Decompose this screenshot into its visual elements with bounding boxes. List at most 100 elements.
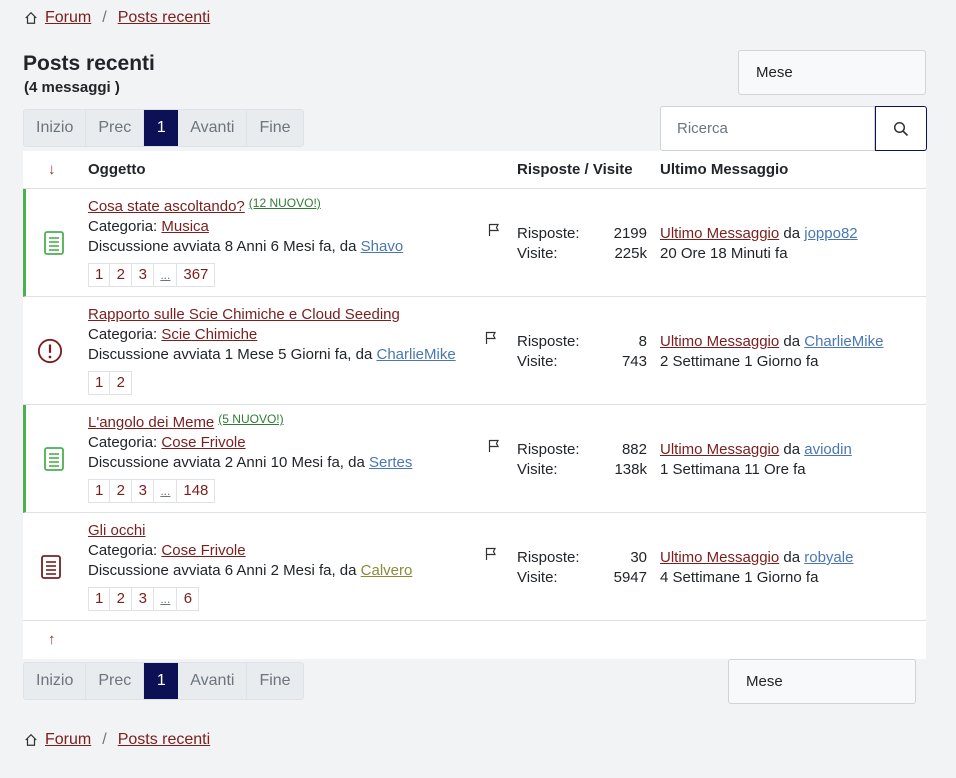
topic-page-link[interactable]: 367 xyxy=(177,263,216,287)
page-last-button[interactable]: Fine xyxy=(247,663,302,699)
topic-page-link[interactable]: 2 xyxy=(110,263,133,287)
topic-new-icon xyxy=(44,447,64,471)
views-count: 225k xyxy=(614,245,647,262)
page-last-button[interactable]: Fine xyxy=(247,110,302,146)
last-message-link[interactable]: Ultimo Messaggio xyxy=(660,333,779,350)
topic-page-ellipsis[interactable]: ... xyxy=(154,587,178,611)
by-label: da xyxy=(783,225,801,242)
topic-started: Discussione avviata 8 Anni 6 Mesi fa, da xyxy=(88,238,357,255)
last-user-link[interactable]: CharlieMike xyxy=(804,333,883,350)
topic-pages: 1 2 3 ... 367 xyxy=(88,263,403,287)
breadcrumb-forum-link[interactable]: Forum xyxy=(45,731,91,749)
topic-page-link[interactable]: 2 xyxy=(110,371,133,395)
last-message-link[interactable]: Ultimo Messaggio xyxy=(660,441,779,458)
table-header: ↓ Oggetto Risposte / Visite Ultimo Messa… xyxy=(23,151,926,189)
pagination-bottom: Inizio Prec 1 Avanti Fine xyxy=(23,662,304,700)
sort-arrow-icon[interactable]: ↓ xyxy=(48,161,56,178)
last-message: Ultimo Messaggio da aviodin 1 Settimana … xyxy=(660,440,852,480)
breadcrumb-current-link[interactable]: Posts recenti xyxy=(118,9,210,27)
topic-pages: 1 2 3 ... 6 xyxy=(88,587,412,611)
topic-new-icon xyxy=(44,231,64,255)
category-link[interactable]: Scie Chimiche xyxy=(161,326,257,343)
last-user-link[interactable]: aviodin xyxy=(804,441,852,458)
last-message: Ultimo Messaggio da CharlieMike 2 Settim… xyxy=(660,332,883,372)
back-to-top-icon[interactable]: ↑ xyxy=(48,631,56,648)
replies-count: 2199 xyxy=(613,225,647,242)
by-label: da xyxy=(783,333,801,350)
flag-icon[interactable] xyxy=(485,547,497,561)
last-message: Ultimo Messaggio da robyale 4 Settimane … xyxy=(660,548,853,588)
topic-page-link[interactable]: 3 xyxy=(132,587,155,611)
last-message-link[interactable]: Ultimo Messaggio xyxy=(660,225,779,242)
search-button[interactable] xyxy=(875,106,927,151)
topic-title-link[interactable]: Gli occhi xyxy=(88,522,146,539)
topic-page-link[interactable]: 3 xyxy=(132,479,155,503)
views-count: 743 xyxy=(621,353,647,370)
topic-started: Discussione avviata 2 Anni 10 Mesi fa, d… xyxy=(88,454,365,471)
topic-page-ellipsis[interactable]: ... xyxy=(154,263,178,287)
last-message-time: 4 Settimane 1 Giorno fa xyxy=(660,569,819,586)
author-link[interactable]: Calvero xyxy=(361,562,413,579)
topic-page-ellipsis[interactable]: ... xyxy=(154,479,178,503)
topic-page-link[interactable]: 148 xyxy=(177,479,216,503)
replies-count: 30 xyxy=(630,549,647,566)
topic-page-link[interactable]: 1 xyxy=(88,479,111,503)
views-label: Visite: xyxy=(517,245,558,262)
topic-page-link[interactable]: 2 xyxy=(110,479,133,503)
topic-page-link[interactable]: 3 xyxy=(132,263,155,287)
home-icon xyxy=(25,11,37,24)
flag-icon[interactable] xyxy=(488,223,500,237)
topic-page-link[interactable]: 1 xyxy=(88,371,111,395)
replies-label: Risposte: xyxy=(517,225,580,242)
page-prev-button[interactable]: Prec xyxy=(86,110,145,146)
topic-title-link[interactable]: Cosa state ascoltando? xyxy=(88,198,245,215)
topic-page-link[interactable]: 1 xyxy=(88,587,111,611)
topic-page-link[interactable]: 6 xyxy=(177,587,200,611)
search-input[interactable]: Ricerca xyxy=(660,106,875,151)
flag-icon[interactable] xyxy=(488,439,500,453)
new-posts-badge[interactable]: (12 NUOVO!) xyxy=(249,196,321,210)
period-select[interactable]: Mese xyxy=(738,50,926,95)
topic-page-link[interactable]: 1 xyxy=(88,263,111,287)
flag-icon[interactable] xyxy=(485,331,497,345)
page-next-button[interactable]: Avanti xyxy=(178,110,248,146)
page-next-button[interactable]: Avanti xyxy=(178,663,248,699)
topic-page-link[interactable]: 2 xyxy=(110,587,133,611)
by-label: da xyxy=(783,549,801,566)
page-first-button[interactable]: Inizio xyxy=(24,663,87,699)
message-count: (4 messaggi ) xyxy=(24,79,120,96)
breadcrumb-separator: / xyxy=(102,9,107,26)
table-row: Rapporto sulle Scie Chimiche e Cloud See… xyxy=(23,297,926,405)
breadcrumb-current-link[interactable]: Posts recenti xyxy=(118,731,210,749)
last-user-link[interactable]: robyale xyxy=(804,549,853,566)
last-message-time: 1 Settimana 11 Ore fa xyxy=(660,461,806,478)
new-posts-badge[interactable]: (5 NUOVO!) xyxy=(218,412,283,426)
category-label: Categoria: xyxy=(88,542,158,559)
category-link[interactable]: Musica xyxy=(161,218,209,235)
breadcrumb-forum-link[interactable]: Forum xyxy=(45,9,91,27)
author-link[interactable]: CharlieMike xyxy=(376,346,455,363)
category-link[interactable]: Cose Frivole xyxy=(161,542,245,559)
page-current-button[interactable]: 1 xyxy=(144,110,179,146)
page-first-button[interactable]: Inizio xyxy=(24,110,87,146)
search-form: Ricerca xyxy=(660,106,927,151)
topic-title-link[interactable]: L'angolo dei Meme xyxy=(88,414,214,431)
topic-title-link[interactable]: Rapporto sulle Scie Chimiche e Cloud See… xyxy=(88,306,400,323)
by-label: da xyxy=(783,441,801,458)
views-count: 138k xyxy=(614,461,647,478)
replies-count: 8 xyxy=(638,333,647,350)
replies-label: Risposte: xyxy=(517,333,580,350)
last-message-link[interactable]: Ultimo Messaggio xyxy=(660,549,779,566)
table-row: Cosa state ascoltando? (12 NUOVO!) Catego… xyxy=(23,189,926,297)
author-link[interactable]: Sertes xyxy=(369,454,412,471)
topics-table: ↓ Oggetto Risposte / Visite Ultimo Messa… xyxy=(23,151,926,659)
category-link[interactable]: Cose Frivole xyxy=(161,434,245,451)
page-prev-button[interactable]: Prec xyxy=(86,663,145,699)
author-link[interactable]: Shavo xyxy=(361,238,404,255)
page-title: Posts recenti xyxy=(23,52,155,75)
last-message: Ultimo Messaggio da joppo82 20 Ore 18 Mi… xyxy=(660,224,858,264)
topic-started: Discussione avviata 1 Mese 5 Giorni fa, … xyxy=(88,346,373,363)
period-select-bottom[interactable]: Mese xyxy=(728,659,916,704)
last-user-link[interactable]: joppo82 xyxy=(804,225,857,242)
page-current-button[interactable]: 1 xyxy=(144,663,179,699)
